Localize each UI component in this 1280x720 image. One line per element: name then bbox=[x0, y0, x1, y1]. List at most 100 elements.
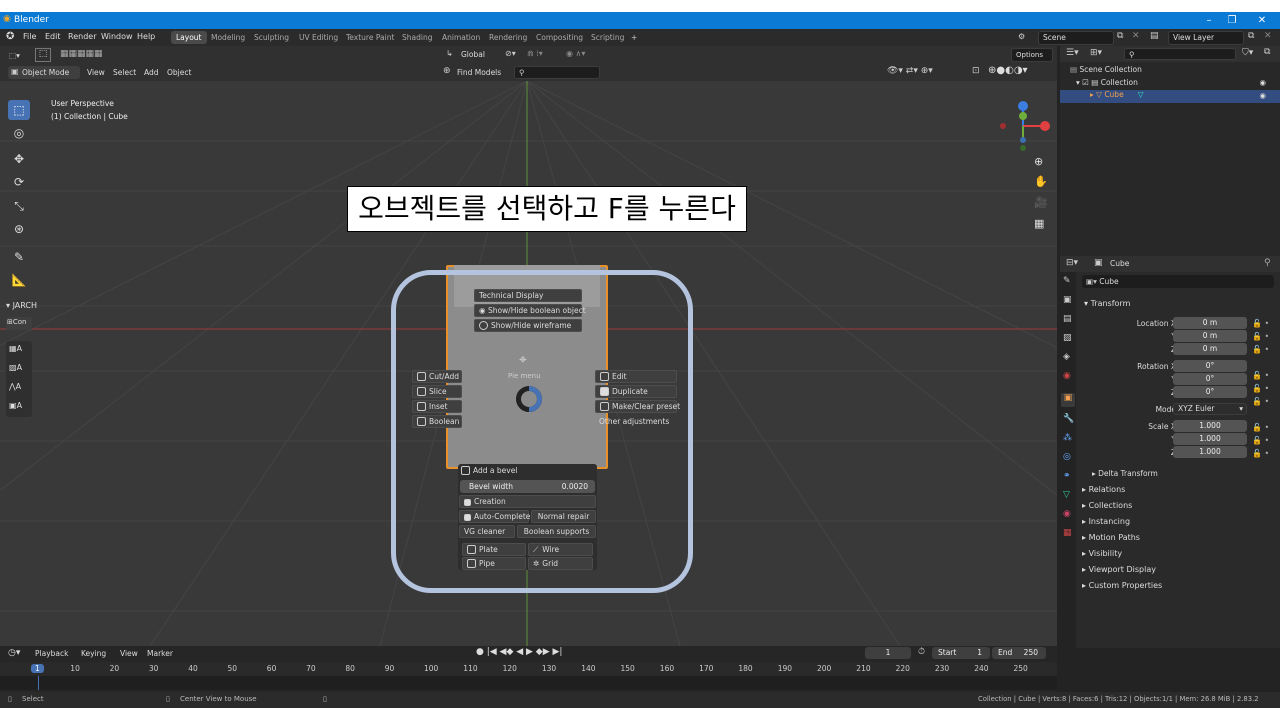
transform-tool[interactable]: ⊛ bbox=[8, 219, 30, 239]
transform-header[interactable]: ▾ Transform bbox=[1084, 299, 1130, 308]
jarch-tool-2[interactable]: ▨A bbox=[9, 363, 22, 372]
menu-keying[interactable]: Keying bbox=[78, 647, 109, 660]
jarch-tool-4[interactable]: ▣A bbox=[9, 401, 22, 410]
menu-help[interactable]: Help bbox=[137, 32, 155, 41]
jarch-tool-1[interactable]: ▦A bbox=[9, 344, 22, 353]
tab-uv-editing[interactable]: UV Editing bbox=[294, 31, 343, 44]
menu-file[interactable]: File bbox=[23, 32, 36, 41]
scale-x-field[interactable]: 1.000 bbox=[1173, 420, 1247, 432]
rotation-mode-dropdown[interactable]: XYZ Euler ▾ bbox=[1173, 403, 1247, 415]
object-name-field[interactable]: ▣▾ Cube bbox=[1082, 275, 1274, 288]
cursor-tool[interactable]: ◎ bbox=[8, 123, 30, 143]
scene-field[interactable]: Scene bbox=[1038, 31, 1114, 45]
remove-scene-icon[interactable]: ✕ bbox=[1132, 31, 1140, 41]
material-tab-icon[interactable]: ◉ bbox=[1063, 509, 1071, 519]
physics-tab-icon[interactable]: ◎ bbox=[1063, 452, 1071, 462]
transform-orientation-dropdown[interactable]: Global bbox=[458, 48, 488, 61]
object-tab-icon[interactable]: ▣ bbox=[1061, 393, 1075, 407]
move-tool[interactable]: ✥ bbox=[8, 149, 30, 169]
relations-section[interactable]: ▸ Relations bbox=[1082, 485, 1125, 494]
particles-tab-icon[interactable]: ⁂ bbox=[1063, 433, 1072, 443]
playback-controls[interactable]: ● |◀ ◀◆ ◀ ▶ ◆▶ ▶| bbox=[476, 647, 562, 657]
texture-tab-icon[interactable]: ▦ bbox=[1063, 528, 1072, 538]
outliner-search[interactable]: ⚲ bbox=[1124, 48, 1236, 60]
tab-modeling[interactable]: Modeling bbox=[206, 31, 250, 44]
blender-menu-icon[interactable]: ✪ bbox=[6, 31, 14, 42]
cube-visibility-eye-icon[interactable]: ◉ bbox=[1259, 91, 1266, 100]
find-models-button[interactable]: Find Models bbox=[454, 66, 504, 79]
collections-section[interactable]: ▸ Collections bbox=[1082, 501, 1132, 510]
menu-view[interactable]: View bbox=[84, 66, 108, 79]
lock-icons[interactable]: 🔓 • 🔓 • 🔓 • 🔓 • 🔓 • 🔓 • bbox=[1252, 317, 1269, 408]
display-mode-icon[interactable]: ⊞▾ bbox=[1090, 48, 1102, 58]
new-view-layer-icon[interactable]: ⧉ bbox=[1248, 31, 1254, 41]
scale-y-field[interactable]: 1.000 bbox=[1173, 433, 1247, 445]
timeline-editor-icon[interactable]: ◷▾ bbox=[8, 648, 20, 658]
visibility-section[interactable]: ▸ Visibility bbox=[1082, 549, 1122, 558]
instancing-section[interactable]: ▸ Instancing bbox=[1082, 517, 1130, 526]
delta-transform-header[interactable]: ▸ Delta Transform bbox=[1092, 469, 1158, 478]
tab-animation[interactable]: Animation bbox=[437, 31, 485, 44]
menu-playback[interactable]: Playback bbox=[32, 647, 71, 660]
tab-layout[interactable]: Layout bbox=[171, 31, 207, 44]
start-frame-field[interactable]: Start 1 bbox=[932, 647, 990, 659]
outliner-editor-icon[interactable]: ☰▾ bbox=[1066, 48, 1079, 58]
menu-add[interactable]: Add bbox=[141, 66, 162, 79]
measure-tool[interactable]: 📐 bbox=[8, 270, 30, 290]
shading-mode-icons[interactable]: ⊕●◐◑▾ bbox=[988, 65, 1028, 76]
rotation-z-field[interactable]: 0° bbox=[1173, 386, 1247, 398]
current-frame-field[interactable]: 1 bbox=[865, 647, 911, 659]
cube-row[interactable]: ▸ ▽ Cube ▽ ◉ bbox=[1060, 90, 1280, 103]
view-layer-field[interactable]: View Layer bbox=[1168, 31, 1244, 45]
close-button[interactable]: ✕ bbox=[1250, 13, 1274, 28]
xray-icon[interactable]: ⊡ bbox=[972, 66, 980, 76]
jarch-panel-header[interactable]: ▾ JARCH bbox=[6, 301, 37, 310]
tab-compositing[interactable]: Compositing bbox=[531, 31, 588, 44]
pivot-icon[interactable]: ⊘▾ bbox=[505, 49, 516, 58]
find-models-search[interactable]: ⚲ bbox=[514, 66, 600, 79]
collection-row[interactable]: ▾ ☑ ▤ Collection ◉ bbox=[1076, 78, 1280, 87]
tab-texture-paint[interactable]: Texture Paint bbox=[341, 31, 399, 44]
menu-render[interactable]: Render bbox=[68, 32, 96, 41]
scene-tab-icon[interactable]: ◈ bbox=[1063, 352, 1070, 362]
render-tab-icon[interactable]: ▣ bbox=[1063, 295, 1072, 305]
pan-hand-icon[interactable]: ✋ bbox=[1034, 175, 1048, 188]
select-tool-icon[interactable]: ⬚ bbox=[35, 48, 51, 62]
tab-shading[interactable]: Shading bbox=[397, 31, 437, 44]
view-layer-tab-icon[interactable]: ▨ bbox=[1063, 333, 1072, 343]
tab-rendering[interactable]: Rendering bbox=[484, 31, 532, 44]
timeline-scrubber[interactable]: 1 10 20 30 40 50 60 70 80 90 100 110 120 130 140 150 160… bbox=[0, 662, 1057, 690]
ortho-grid-icon[interactable]: ▦ bbox=[1034, 217, 1044, 230]
mode-dropdown[interactable]: ▣ Object Mode bbox=[8, 66, 80, 79]
snap-icon[interactable]: ⋒ ⁞▾ bbox=[527, 49, 543, 58]
filter-icon[interactable]: ⛉▾ bbox=[1242, 48, 1253, 58]
scale-tool[interactable]: ⤡ bbox=[8, 196, 30, 216]
remove-view-layer-icon[interactable]: ✕ bbox=[1264, 31, 1272, 41]
output-tab-icon[interactable]: ▤ bbox=[1063, 314, 1072, 324]
menu-edit[interactable]: Edit bbox=[45, 32, 61, 41]
visibility-icons[interactable]: 👁▾ ⇄▾ ⊕▾ bbox=[887, 66, 933, 76]
rotate-tool[interactable]: ⟳ bbox=[8, 172, 30, 192]
visibility-eye-icon[interactable]: ◉ bbox=[1259, 78, 1266, 87]
tab-sculpting[interactable]: Sculpting bbox=[249, 31, 294, 44]
editor-type-icon[interactable]: ⬚▾ bbox=[6, 49, 23, 62]
select-mode-icons[interactable]: ▦▦▦▦▦ bbox=[60, 49, 103, 59]
add-workspace-button[interactable]: + bbox=[626, 31, 642, 44]
jarch-con-button[interactable]: ⊞Con bbox=[6, 317, 32, 330]
rotation-x-field[interactable]: 0° bbox=[1173, 360, 1247, 372]
new-collection-icon[interactable]: ⧉ bbox=[1264, 47, 1270, 57]
tool-tab-icon[interactable]: ✎ bbox=[1063, 276, 1071, 286]
jarch-tool-3[interactable]: ⋀A bbox=[9, 382, 21, 391]
custom-properties-section[interactable]: ▸ Custom Properties bbox=[1082, 581, 1162, 590]
camera-icon[interactable]: 🎥 bbox=[1034, 196, 1048, 209]
navigation-gizmo[interactable] bbox=[995, 96, 1051, 156]
options-dropdown[interactable]: Options bbox=[1011, 48, 1053, 62]
annotate-tool[interactable]: ✎ bbox=[8, 247, 30, 267]
scale-z-field[interactable]: 1.000 bbox=[1173, 446, 1247, 458]
menu-object[interactable]: Object bbox=[164, 66, 194, 79]
maximize-button[interactable]: ❐ bbox=[1220, 13, 1244, 28]
location-x-field[interactable]: 0 m bbox=[1173, 317, 1247, 329]
new-scene-icon[interactable]: ⧉ bbox=[1117, 31, 1123, 41]
scene-collection-row[interactable]: ▤ Scene Collection bbox=[1070, 65, 1142, 74]
location-z-field[interactable]: 0 m bbox=[1173, 343, 1247, 355]
